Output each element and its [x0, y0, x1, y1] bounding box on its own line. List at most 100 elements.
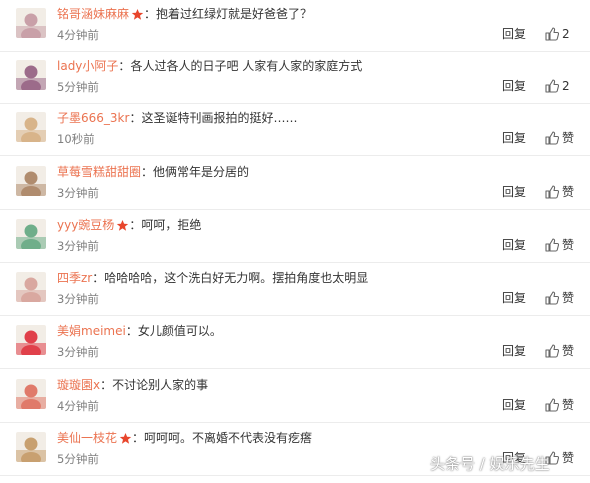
- reply-button[interactable]: 回复: [502, 343, 526, 359]
- username-link[interactable]: 美仙一枝花: [57, 431, 117, 445]
- colon-separator: ：: [129, 111, 142, 125]
- colon-separator: ：: [129, 218, 142, 232]
- comment-list: 铭哥涵妹麻麻 ：抱着过红绿灯就是好爸爸了？ 4分钟前 回复 2 lady小阿子：各人过各人…: [0, 0, 590, 483]
- reply-button[interactable]: 回复: [502, 184, 526, 200]
- username-link[interactable]: 四季zr: [57, 271, 92, 285]
- user-avatar[interactable]: [16, 8, 46, 38]
- user-avatar[interactable]: [16, 112, 46, 142]
- comment-time: 10秒前: [57, 132, 95, 146]
- comment-text: 他俩常年是分居的: [153, 165, 250, 179]
- reply-button[interactable]: 回复: [502, 237, 526, 253]
- username-link[interactable]: 美娟meimei: [57, 324, 126, 338]
- username-link[interactable]: 草莓雪糕甜甜圈: [57, 165, 141, 179]
- reply-button[interactable]: 回复: [502, 130, 526, 146]
- username-link[interactable]: yyy豌豆杨: [57, 218, 114, 232]
- like-button[interactable]: 赞: [545, 397, 574, 413]
- colon-separator: ：: [141, 165, 154, 179]
- comment-text: 哈哈哈哈，这个洗白好无力啊。摆拍角度也太明显: [104, 271, 369, 285]
- like-label: 赞: [562, 451, 575, 465]
- comment-time: 4分钟前: [57, 28, 99, 42]
- colon-separator: ：: [132, 431, 145, 445]
- thumbs-up-icon: [545, 398, 562, 412]
- username-link[interactable]: 子墨666_3kr: [57, 111, 129, 125]
- like-button[interactable]: 赞: [545, 290, 574, 306]
- comment-line: lady小阿子：各人过各人的日子吧 人家有人家的家庭方式: [57, 58, 362, 74]
- like-label: 赞: [562, 344, 575, 358]
- like-label: 2: [562, 79, 570, 93]
- like-label: 赞: [562, 185, 575, 199]
- thumbs-up-icon: [545, 238, 562, 252]
- comment-item: 四季zr：哈哈哈哈，这个洗白好无力啊。摆拍角度也太明显 3分钟前 回复 赞: [0, 264, 590, 316]
- comment-time: 3分钟前: [57, 186, 99, 200]
- comment-line: 美娟meimei：女儿颜值可以。: [57, 323, 222, 339]
- star-vip-icon: [131, 8, 145, 25]
- comment-time: 3分钟前: [57, 345, 99, 359]
- comment-time: 5分钟前: [57, 452, 99, 466]
- comment-time: 3分钟前: [57, 292, 99, 306]
- user-avatar[interactable]: [16, 166, 46, 196]
- like-label: 赞: [562, 131, 575, 145]
- comment-text: 不讨论别人家的事: [112, 378, 209, 392]
- comment-line: 子墨666_3kr：这圣诞特刊画报拍的挺好……: [57, 110, 297, 126]
- comment-text: 呵呵呵。不离婚不代表没有疙瘩: [144, 431, 313, 445]
- reply-button[interactable]: 回复: [502, 290, 526, 306]
- like-label: 2: [562, 27, 570, 41]
- like-button[interactable]: 赞: [545, 237, 574, 253]
- like-button[interactable]: 2: [545, 78, 570, 94]
- thumbs-up-icon: [545, 344, 562, 358]
- like-label: 赞: [562, 398, 575, 412]
- colon-separator: ：: [144, 7, 157, 21]
- thumbs-up-icon: [545, 79, 562, 93]
- user-avatar[interactable]: [16, 325, 46, 355]
- comment-item: 草莓雪糕甜甜圈：他俩常年是分居的 3分钟前 回复 赞: [0, 158, 590, 210]
- user-avatar[interactable]: [16, 379, 46, 409]
- colon-separator: ：: [92, 271, 105, 285]
- comment-item: 美娟meimei：女儿颜值可以。 3分钟前 回复 赞: [0, 317, 590, 369]
- thumbs-up-icon: [545, 185, 562, 199]
- comment-line: 铭哥涵妹麻麻 ：抱着过红绿灯就是好爸爸了？: [57, 6, 312, 25]
- star-vip-icon: [116, 219, 130, 236]
- comment-text: 各人过各人的日子吧 人家有人家的家庭方式: [130, 59, 363, 73]
- comment-line: 璇璇園x：不讨论别人家的事: [57, 377, 208, 393]
- username-link[interactable]: 铭哥涵妹麻麻: [57, 7, 129, 21]
- comment-item: lady小阿子：各人过各人的日子吧 人家有人家的家庭方式 5分钟前 回复 2: [0, 52, 590, 104]
- thumbs-up-icon: [545, 291, 562, 305]
- thumbs-up-icon: [545, 131, 562, 145]
- comment-time: 5分钟前: [57, 80, 99, 94]
- user-avatar[interactable]: [16, 272, 46, 302]
- reply-button[interactable]: 回复: [502, 78, 526, 94]
- comment-text: 呵呵，拒绝: [141, 218, 202, 232]
- like-button[interactable]: 2: [545, 26, 570, 42]
- colon-separator: ：: [100, 378, 113, 392]
- comment-line: 草莓雪糕甜甜圈：他俩常年是分居的: [57, 164, 249, 180]
- comment-item: 子墨666_3kr：这圣诞特刊画报拍的挺好…… 10秒前 回复 赞: [0, 104, 590, 156]
- comment-item: 铭哥涵妹麻麻 ：抱着过红绿灯就是好爸爸了？ 4分钟前 回复 2: [0, 0, 590, 52]
- username-link[interactable]: 璇璇園x: [57, 378, 100, 392]
- user-avatar[interactable]: [16, 219, 46, 249]
- username-link[interactable]: lady小阿子: [57, 59, 118, 73]
- comment-time: 4分钟前: [57, 399, 99, 413]
- like-button[interactable]: 赞: [545, 184, 574, 200]
- comment-text: 这圣诞特刊画报拍的挺好……: [141, 111, 298, 125]
- colon-separator: ：: [125, 324, 138, 338]
- watermark-text: 头条号 / 娱乐先生: [430, 455, 550, 473]
- comment-item: yyy豌豆杨 ：呵呵，拒绝 3分钟前 回复 赞: [0, 211, 590, 263]
- comment-time: 3分钟前: [57, 239, 99, 253]
- like-label: 赞: [562, 238, 575, 252]
- thumbs-up-icon: [545, 27, 562, 41]
- comment-line: 四季zr：哈哈哈哈，这个洗白好无力啊。摆拍角度也太明显: [57, 270, 368, 286]
- user-avatar[interactable]: [16, 60, 46, 90]
- star-vip-icon: [119, 432, 133, 449]
- user-avatar[interactable]: [16, 432, 46, 462]
- like-label: 赞: [562, 291, 575, 305]
- comment-line: yyy豌豆杨 ：呵呵，拒绝: [57, 217, 201, 236]
- reply-button[interactable]: 回复: [502, 26, 526, 42]
- comment-item: 璇璇園x：不讨论别人家的事 4分钟前 回复 赞: [0, 371, 590, 423]
- colon-separator: ：: [118, 59, 131, 73]
- reply-button[interactable]: 回复: [502, 397, 526, 413]
- comment-text: 女儿颜值可以。: [137, 324, 222, 338]
- like-button[interactable]: 赞: [545, 130, 574, 146]
- comment-text: 抱着过红绿灯就是好爸爸了？: [156, 7, 313, 21]
- comment-line: 美仙一枝花 ：呵呵呵。不离婚不代表没有疙瘩: [57, 430, 312, 449]
- like-button[interactable]: 赞: [545, 343, 574, 359]
